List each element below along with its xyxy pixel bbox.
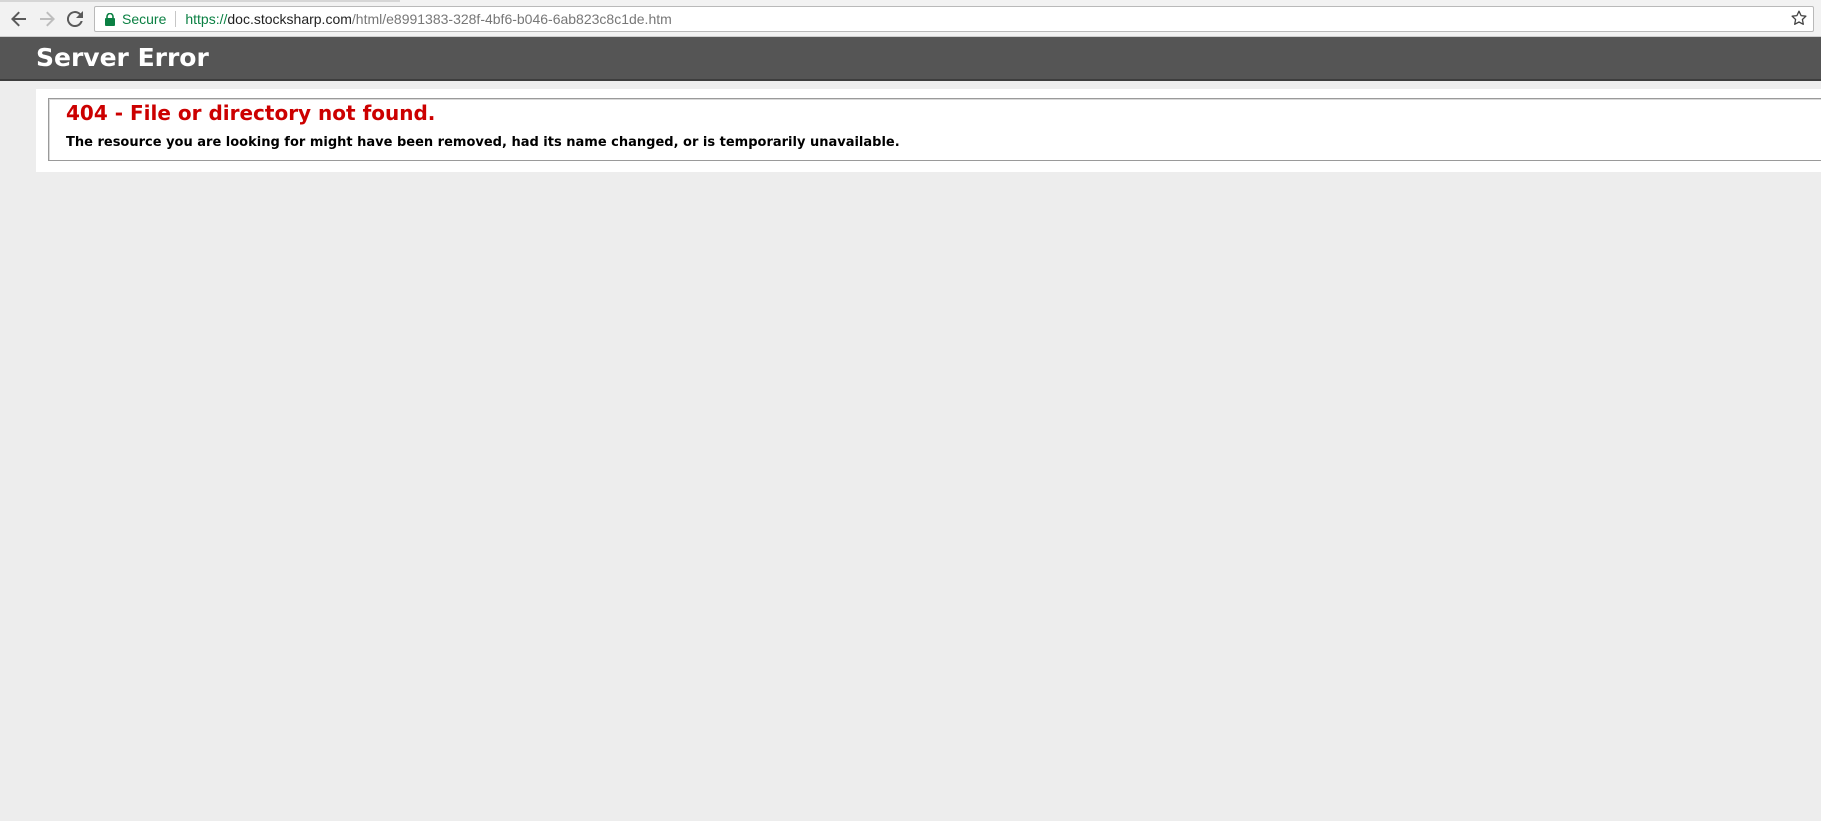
content-panel: 404 - File or directory not found. The r… xyxy=(36,89,1821,172)
url-text[interactable]: https://doc.stocksharp.com/html/e8991383… xyxy=(185,11,671,27)
omnibox-divider xyxy=(175,11,177,27)
forward-button[interactable] xyxy=(35,7,59,31)
error-title: 404 - File or directory not found. xyxy=(66,101,436,125)
bookmark-button[interactable] xyxy=(1789,9,1809,29)
url-host: doc.stocksharp.com xyxy=(227,11,352,27)
error-description: The resource you are looking for might h… xyxy=(66,135,900,150)
url-path: /html/e8991383-328f-4bf6-b046-6ab823c8c1… xyxy=(351,11,672,27)
browser-toolbar: Secure https://doc.stocksharp.com/html/e… xyxy=(0,0,1821,37)
tab-strip-edge xyxy=(0,0,400,2)
arrow-left-icon xyxy=(11,11,27,27)
lock-icon xyxy=(104,12,116,26)
page-title: Server Error xyxy=(36,43,209,72)
reload-icon xyxy=(67,11,83,27)
server-error-header: Server Error xyxy=(0,37,1821,81)
reload-button[interactable] xyxy=(63,7,87,31)
star-icon xyxy=(1791,10,1807,29)
secure-label[interactable]: Secure xyxy=(122,11,166,27)
back-button[interactable] xyxy=(7,7,31,31)
arrow-right-icon xyxy=(39,11,55,27)
error-fieldset: 404 - File or directory not found. The r… xyxy=(48,98,1821,161)
url-scheme: https:// xyxy=(185,11,228,27)
address-bar[interactable]: Secure https://doc.stocksharp.com/html/e… xyxy=(94,6,1814,32)
